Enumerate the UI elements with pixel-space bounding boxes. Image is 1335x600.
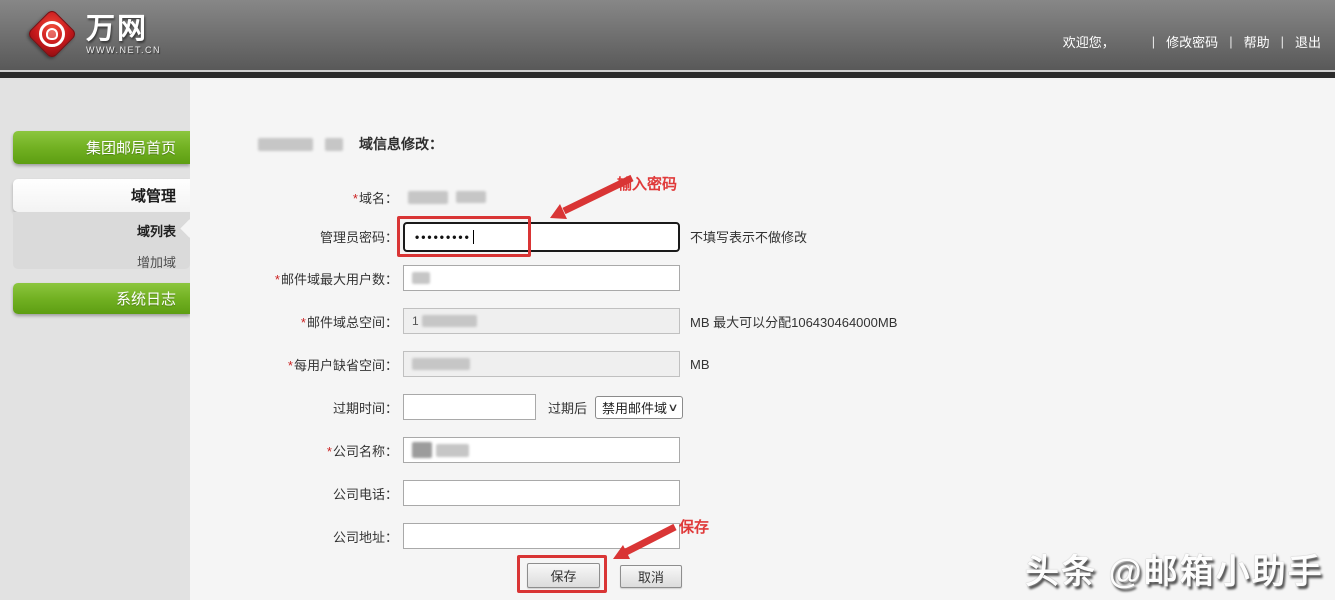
total-space-value-prefix: 1 [412,314,419,328]
company-phone-input[interactable] [403,480,680,506]
form-row-per-user-space: *每用户缺省空间： MB [190,350,1335,378]
help-link[interactable]: 帮助 [1244,32,1270,51]
sidebar-item-domain-list[interactable]: 域列表 [13,221,190,240]
expire-time-label: 过期时间： [190,398,398,417]
after-expire-label: 过期后 [548,398,587,417]
sidebar-item-system-log[interactable]: 系统日志 [13,283,190,314]
max-users-label: *邮件域最大用户数： [190,269,398,288]
redacted-domain-value [408,191,448,204]
masked-password-value: ••••••••• [415,232,471,242]
divider: | [1152,34,1155,49]
company-phone-label: 公司电话： [190,484,398,503]
wanwang-logo[interactable]: 万网 WWW.NET.CN [26,8,161,60]
sidebar-item-label: 系统日志 [116,288,176,309]
form-row-company-phone: 公司电话： [190,479,1335,507]
redacted-value [412,358,470,370]
divider: | [1281,34,1284,49]
password-note: 不填写表示不做修改 [690,227,807,246]
welcome-text: 欢迎您， [1063,32,1115,51]
form-row-domain: *域名： [190,186,1335,208]
form-row-expire-time: 过期时间： 过期后 禁用邮件域 ∨ [190,393,1335,421]
sidebar-submenu: 域列表 增加域 [13,212,190,269]
wanwang-mail-admin-screen: 万网 WWW.NET.CN 欢迎您， | 修改密码 | 帮助 | 退出 集团邮局… [0,0,1335,600]
redacted-value [325,138,343,151]
admin-password-label: 管理员密码： [190,227,398,246]
wanwang-logo-icon [26,8,78,60]
brand-name: 万网 [86,14,161,44]
company-address-label: 公司地址： [190,527,398,546]
sidebar-item-mail-home[interactable]: 集团邮局首页 [13,131,190,164]
form-row-company-name: *公司名称： [190,436,1335,464]
sidebar-item-domain-management[interactable]: 域管理 [13,179,190,212]
form-row-max-users: *邮件域最大用户数： [190,264,1335,292]
text-caret [473,230,474,244]
redacted-value [422,315,477,327]
header-links: 欢迎您， | 修改密码 | 帮助 | 退出 [1063,32,1321,51]
sidebar-item-label: 增加域 [137,252,176,271]
page-title: 域信息修改： [359,134,443,154]
logo-text: 万网 WWW.NET.CN [86,14,161,55]
form-row-admin-password: 管理员密码： ••••••••• 不填写表示不做修改 [190,220,1335,253]
brand-url: WWW.NET.CN [86,45,161,55]
domain-label: *域名： [190,188,398,207]
redacted-domain-name [258,138,313,151]
redacted-value [412,442,432,458]
admin-password-input[interactable]: ••••••••• [403,222,680,252]
redacted-value [436,444,469,457]
total-space-label: *邮件域总空间： [190,312,398,331]
company-address-input[interactable] [403,523,680,549]
redacted-value [412,272,430,284]
header: 万网 WWW.NET.CN 欢迎您， | 修改密码 | 帮助 | 退出 [0,0,1335,70]
logout-link[interactable]: 退出 [1295,32,1321,51]
total-space-note: MB 最大可以分配106430464000MB [690,312,897,331]
main-panel: 域信息修改： *域名： 管理员密码： ••••••••• 不填写表示不做修改 *… [190,78,1335,600]
chevron-down-icon: ∨ [667,401,678,414]
max-users-input[interactable] [403,265,680,291]
expire-action-select[interactable]: 禁用邮件域 ∨ [595,396,683,419]
page-title-row: 域信息修改： [258,135,443,153]
save-button[interactable]: 保存 [527,563,600,588]
sidebar-item-label: 集团邮局首页 [86,137,176,158]
per-user-space-note: MB [690,357,710,372]
toutiao-watermark: 头条 @邮箱小助手 [1025,544,1324,593]
select-value: 禁用邮件域 [602,398,667,417]
sidebar: 集团邮局首页 域管理 域列表 增加域 系统日志 [0,78,190,600]
expire-time-input[interactable] [403,394,536,420]
redacted-domain-value [456,191,486,203]
total-space-input: 1 [403,308,680,334]
sidebar-item-add-domain[interactable]: 增加域 [13,252,190,271]
divider: | [1229,34,1232,49]
company-name-input[interactable] [403,437,680,463]
per-user-space-label: *每用户缺省空间： [190,355,398,374]
company-name-label: *公司名称： [190,441,398,460]
change-password-link[interactable]: 修改密码 [1166,32,1218,51]
sidebar-item-label: 域管理 [131,185,176,206]
per-user-space-input [403,351,680,377]
form-row-total-space: *邮件域总空间： 1 MB 最大可以分配106430464000MB [190,307,1335,335]
cancel-button[interactable]: 取消 [620,565,682,588]
sidebar-item-label: 域列表 [137,221,176,240]
